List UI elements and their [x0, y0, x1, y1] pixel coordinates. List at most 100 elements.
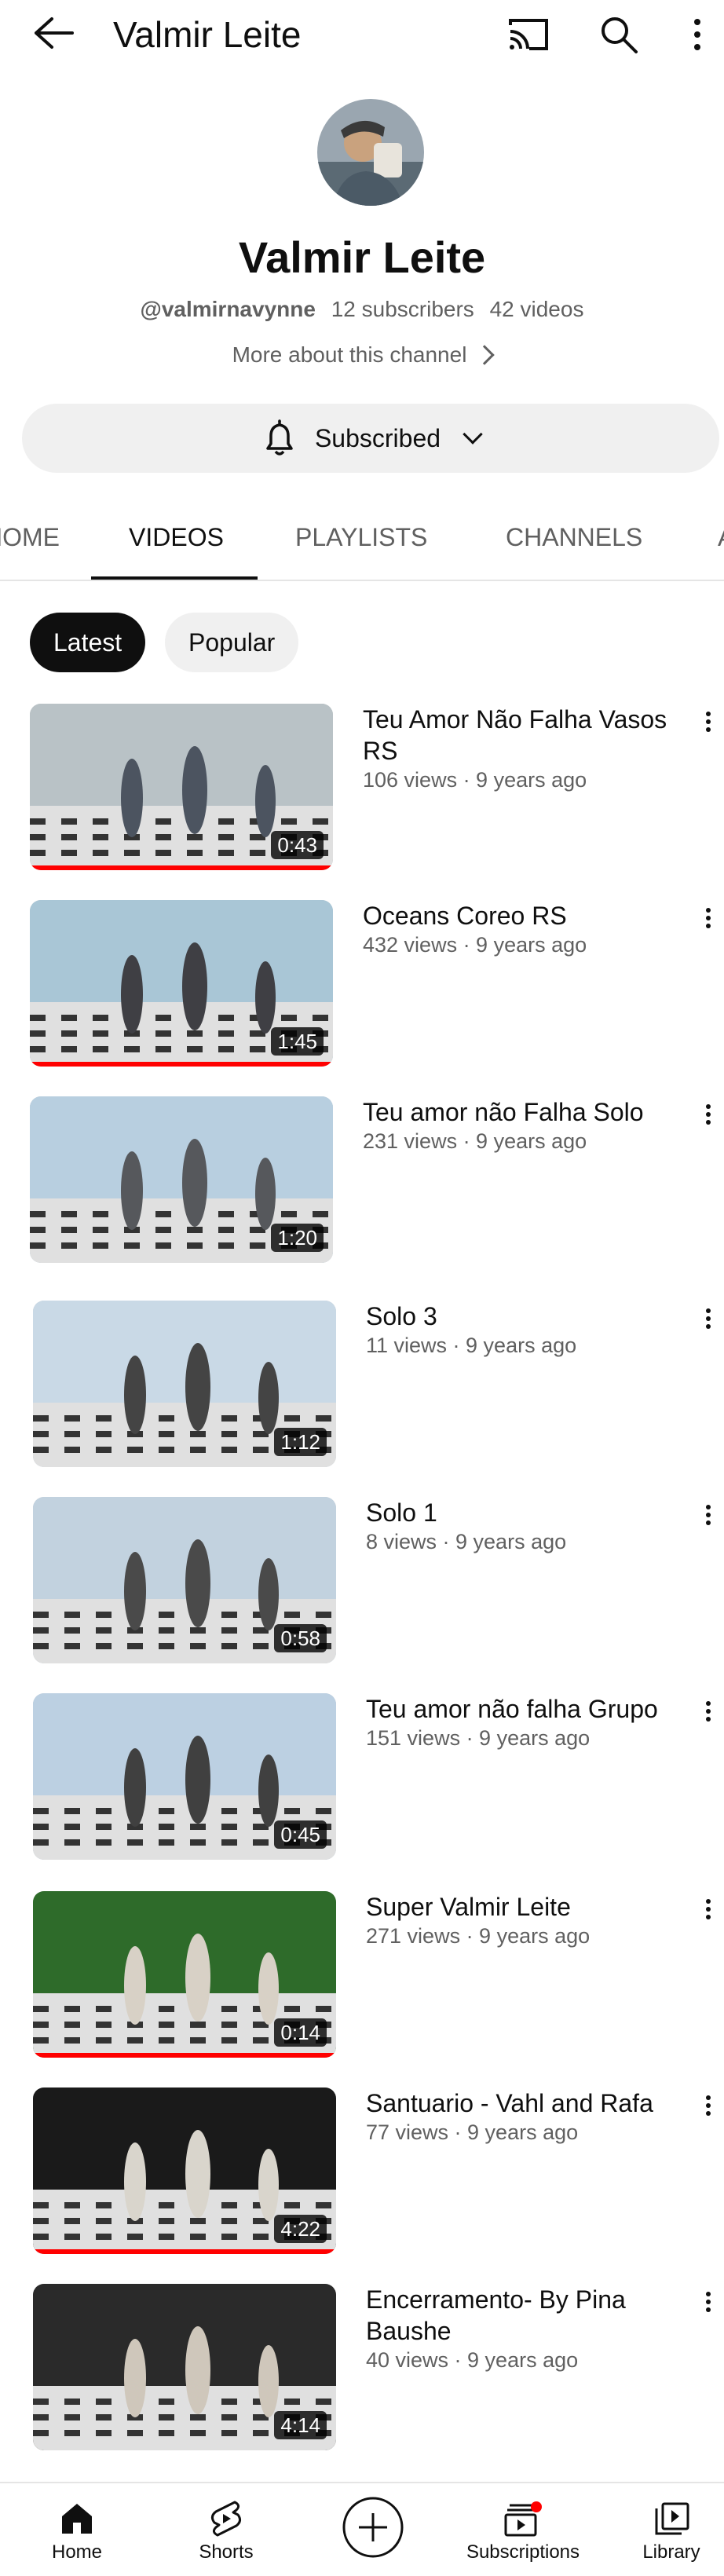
video-duration: 0:14: [274, 2018, 327, 2047]
nav-library-label: Library: [642, 2541, 700, 2563]
home-icon: [62, 2504, 92, 2534]
channel-meta: @valmirnavynne 12 subscribers 42 videos: [0, 295, 724, 324]
subscribed-label: Subscribed: [314, 423, 441, 452]
nav-home[interactable]: Home: [36, 2483, 118, 2576]
more-vert-icon[interactable]: [699, 1101, 718, 1132]
video-duration: 0:58: [274, 1624, 327, 1652]
video-meta: 8 views · 9 years ago: [366, 1530, 567, 1553]
tab-channels[interactable]: CHANNELS: [506, 521, 642, 553]
video-item[interactable]: 1:12 Solo 3 11 views · 9 years ago: [0, 1301, 724, 1473]
video-meta: 271 views · 9 years ago: [366, 1924, 591, 1948]
subscribed-button[interactable]: Subscribed: [22, 404, 719, 473]
video-title[interactable]: Super Valmir Leite: [366, 1891, 686, 1923]
video-item[interactable]: 0:14 Super Valmir Leite 271 views · 9 year…: [0, 1891, 724, 2064]
more-vert-icon[interactable]: [699, 2092, 718, 2124]
create-plus-icon: [342, 2497, 404, 2558]
video-title[interactable]: Solo 3: [366, 1301, 686, 1332]
video-thumbnail[interactable]: 1:20: [30, 1096, 333, 1263]
more-vert-icon[interactable]: [699, 1698, 718, 1729]
cast-icon[interactable]: [506, 14, 551, 55]
watched-progress-bar: [33, 2053, 336, 2058]
video-meta: 151 views · 9 years ago: [366, 1726, 591, 1750]
channel-name: Valmir Leite: [238, 232, 486, 282]
chevron-right-icon: [474, 344, 495, 365]
video-meta: 432 views · 9 years ago: [363, 933, 587, 957]
video-thumbnail[interactable]: 1:45: [30, 900, 333, 1067]
channel-avatar[interactable]: [317, 99, 424, 206]
video-item[interactable]: 1:45 Oceans Coreo RS 432 views · 9 years a…: [0, 900, 724, 1073]
nav-library[interactable]: Library: [628, 2483, 715, 2576]
chip-popular[interactable]: Popular: [165, 613, 299, 672]
video-duration: 1:20: [271, 1224, 324, 1252]
tab-playlists[interactable]: PLAYLISTS: [295, 521, 427, 553]
search-icon[interactable]: [598, 14, 639, 55]
video-item[interactable]: 0:58 Solo 18 views · 9 years ago: [0, 1497, 724, 1670]
library-icon: [655, 2502, 689, 2535]
nav-create[interactable]: [338, 2483, 408, 2576]
video-thumbnail[interactable]: 0:43: [30, 704, 333, 870]
about-label: More about this channel: [232, 342, 467, 367]
video-thumbnail[interactable]: 4:14: [33, 2284, 336, 2450]
video-count: 42 videos: [489, 297, 584, 321]
nav-subscriptions[interactable]: Subscriptions: [460, 2483, 586, 2576]
video-thumbnail[interactable]: 4:22: [33, 2088, 336, 2254]
video-duration: 1:45: [271, 1027, 324, 1056]
nav-home-label: Home: [51, 2541, 103, 2563]
video-title[interactable]: Solo 1: [366, 1497, 686, 1528]
video-thumbnail[interactable]: 0:58: [33, 1497, 336, 1663]
bell-icon: [266, 419, 293, 456]
tab-home[interactable]: HOME: [0, 521, 60, 553]
video-thumbnail[interactable]: 1:12: [33, 1301, 336, 1467]
back-arrow-icon[interactable]: [30, 16, 77, 50]
watched-progress-bar: [33, 2249, 336, 2254]
video-duration: 4:14: [274, 2411, 327, 2439]
watched-progress-bar: [30, 1062, 333, 1067]
video-title[interactable]: Teu amor não Falha Solo: [363, 1096, 683, 1128]
video-item[interactable]: 4:22 Santuario - Vahl and Rafa 77 views · …: [0, 2088, 724, 2260]
shorts-icon: [210, 2501, 242, 2537]
video-item[interactable]: 1:20 Teu amor não Falha Solo 231 views · 9…: [0, 1096, 724, 1269]
chevron-down-icon: [463, 424, 483, 445]
bottom-navigation: Home Shorts Subscriptions Library: [0, 2482, 724, 2576]
chip-latest[interactable]: Latest: [30, 613, 146, 672]
video-title[interactable]: Teu amor não falha Grupo: [366, 1693, 686, 1725]
tab-videos[interactable]: VIDEOS: [129, 521, 224, 553]
video-title[interactable]: Teu Amor Não Falha Vasos RS: [363, 704, 683, 767]
more-vert-icon[interactable]: [699, 905, 718, 936]
tab-about[interactable]: A: [718, 521, 724, 553]
video-duration: 0:45: [274, 1820, 327, 1849]
more-vert-icon[interactable]: [699, 2289, 718, 2320]
watched-progress-bar: [30, 865, 333, 870]
video-meta: 106 views · 9 years ago: [363, 768, 587, 792]
more-vert-icon[interactable]: [699, 1896, 718, 1927]
more-vert-icon[interactable]: [682, 14, 713, 55]
more-vert-icon[interactable]: [699, 708, 718, 740]
video-item[interactable]: 0:43 Teu Amor Não Falha Vasos RS 106 views…: [0, 704, 724, 876]
video-meta: 77 views · 9 years ago: [366, 2120, 579, 2144]
subscriptions-icon: [504, 2501, 542, 2537]
video-meta: 231 views · 9 years ago: [363, 1129, 587, 1153]
video-thumbnail[interactable]: 0:14: [33, 1891, 336, 2058]
video-item[interactable]: 0:45 Teu amor não falha Grupo 151 views · …: [0, 1693, 724, 1866]
nav-subscriptions-label: Subscriptions: [466, 2541, 580, 2563]
page-title: Valmir Leite: [113, 14, 302, 55]
video-item[interactable]: 4:14 Encerramento- By Pina Baushe 40 views…: [0, 2284, 724, 2457]
more-vert-icon[interactable]: [699, 1502, 718, 1533]
active-tab-indicator: [91, 576, 258, 580]
video-thumbnail[interactable]: 0:45: [33, 1693, 336, 1860]
more-vert-icon[interactable]: [699, 1305, 718, 1337]
video-duration: 4:22: [274, 2215, 327, 2243]
video-title[interactable]: Encerramento- By Pina Baushe: [366, 2284, 686, 2347]
video-title[interactable]: Oceans Coreo RS: [363, 900, 683, 931]
video-meta: 40 views · 9 years ago: [366, 2348, 579, 2372]
nav-shorts-label: Shorts: [199, 2541, 254, 2563]
nav-shorts[interactable]: Shorts: [185, 2483, 267, 2576]
video-title[interactable]: Santuario - Vahl and Rafa: [366, 2088, 686, 2119]
channel-tabs: HOME VIDEOS PLAYLISTS CHANNELS A: [0, 495, 724, 581]
about-channel-link[interactable]: More about this channel: [0, 341, 724, 369]
video-duration: 1:12: [274, 1428, 327, 1456]
video-duration: 0:43: [271, 831, 324, 859]
channel-handle: @valmirnavynne: [140, 297, 316, 321]
top-bar: Valmir Leite: [0, 0, 724, 69]
video-meta: 11 views · 9 years ago: [366, 1334, 577, 1357]
